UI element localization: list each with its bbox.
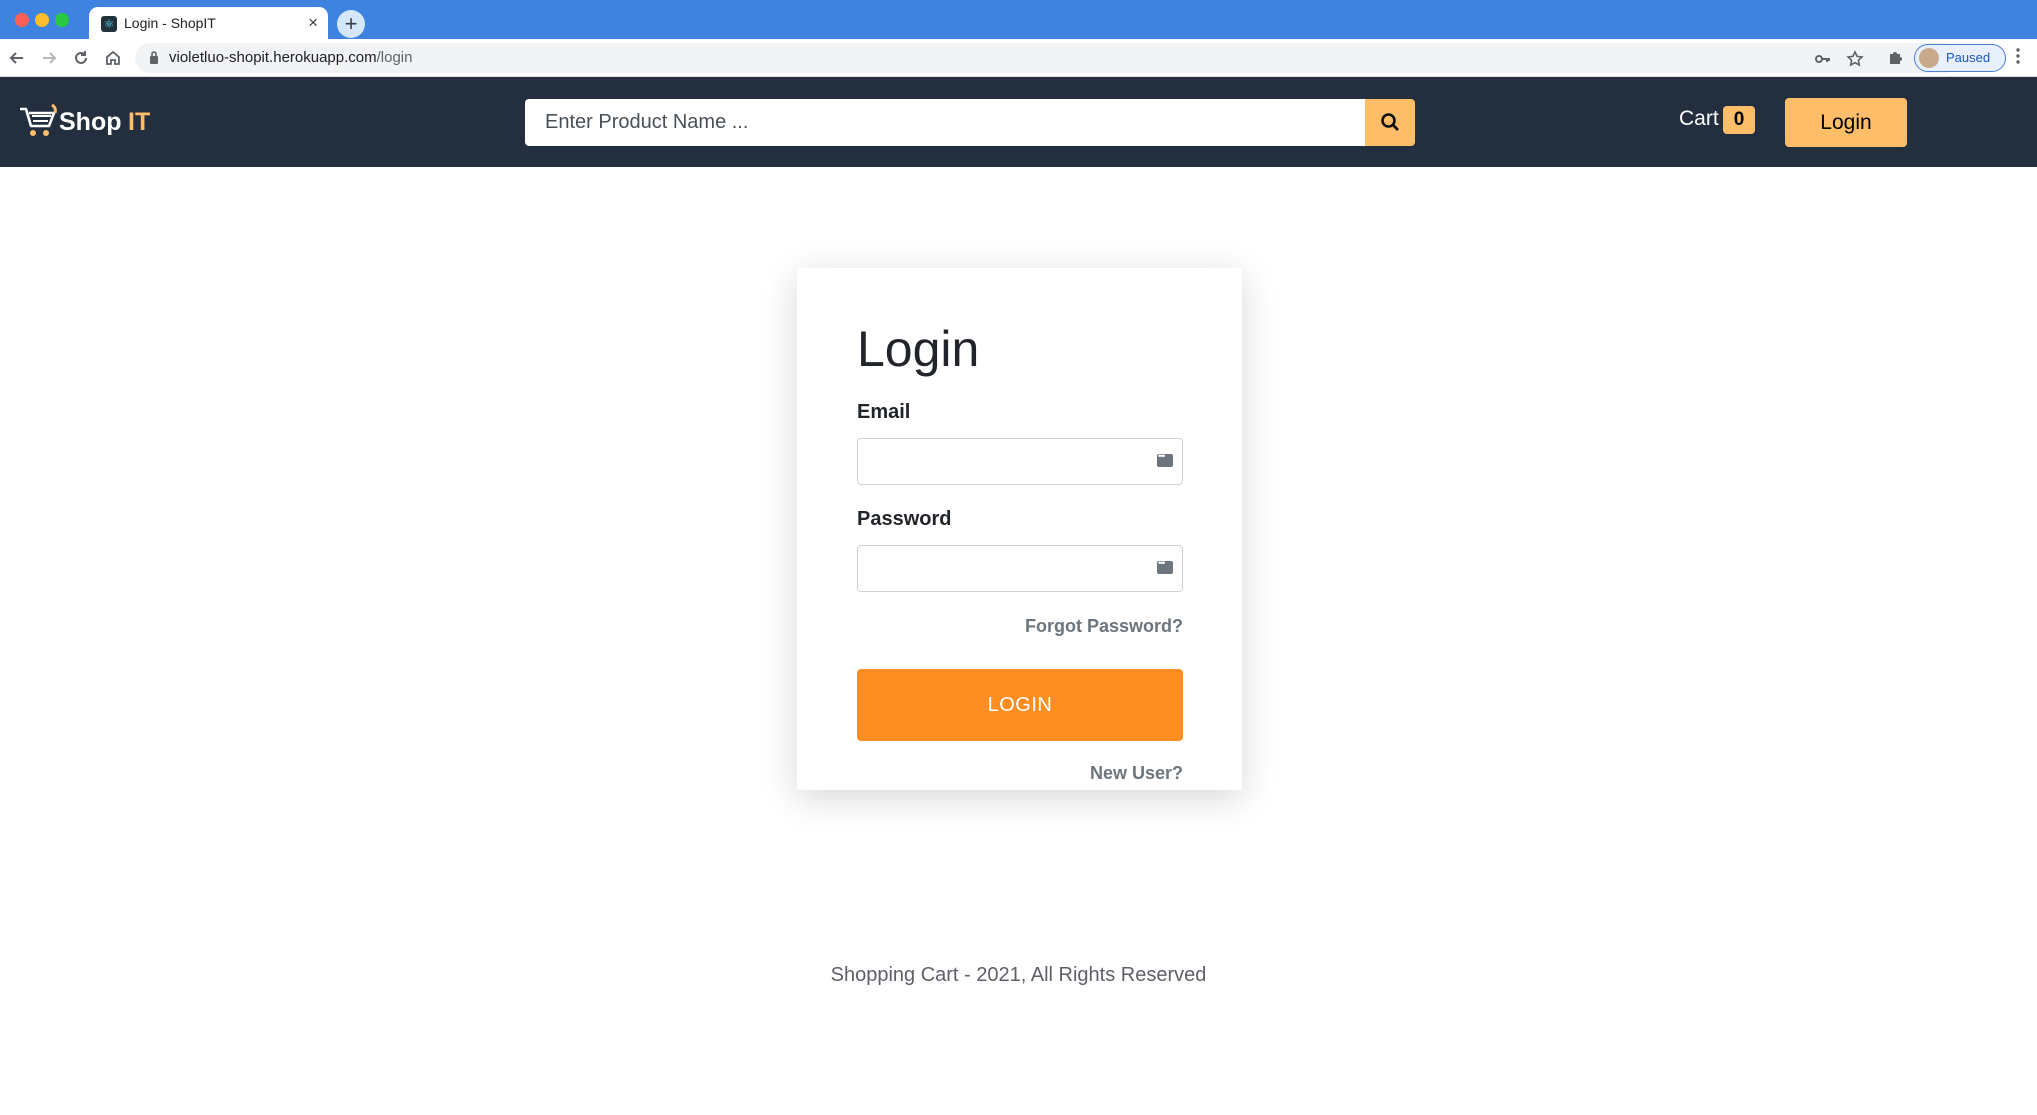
cart-count-badge[interactable]: 0 <box>1723 106 1755 134</box>
forgot-password-link[interactable]: Forgot Password? <box>1025 616 1183 637</box>
password-label: Password <box>857 508 952 530</box>
login-card: Login Email Password Forgot Password? LO… <box>797 268 1242 790</box>
kebab-menu-icon[interactable] <box>2015 47 2021 69</box>
react-favicon-icon: ⚛ <box>101 16 117 32</box>
header-login-button[interactable]: Login <box>1785 98 1907 147</box>
maximize-window-button[interactable] <box>55 13 69 27</box>
search-button[interactable] <box>1365 99 1415 146</box>
browser-tabstrip: ⚛ Login - ShopIT × + <box>0 0 2037 39</box>
star-icon[interactable] <box>1846 47 1864 73</box>
avatar <box>1919 48 1939 68</box>
home-icon[interactable] <box>99 44 127 72</box>
email-field-wrapper <box>857 438 1183 485</box>
puzzle-icon[interactable] <box>1887 48 1905 70</box>
logo-text-it: IT <box>128 108 151 136</box>
browser-toolbar: violetluo-shopit.herokuapp.com/login Pau… <box>0 39 2037 77</box>
back-arrow-icon[interactable] <box>3 44 31 72</box>
search-icon <box>1381 113 1399 131</box>
new-user-link[interactable]: New User? <box>1090 763 1183 784</box>
forward-arrow-icon[interactable] <box>35 44 63 72</box>
address-bar[interactable]: violetluo-shopit.herokuapp.com/login <box>135 43 1960 73</box>
footer-copyright: Shopping Cart - 2021, All Rights Reserve… <box>830 964 1207 986</box>
logo-text-shop: Shop <box>59 108 122 136</box>
url-path: /login <box>376 49 413 66</box>
page-title: Login <box>857 321 980 377</box>
browser-tab-active[interactable]: ⚛ Login - ShopIT × <box>89 7 328 39</box>
key-icon[interactable] <box>1814 47 1832 73</box>
shopping-cart-icon <box>20 103 57 136</box>
email-field[interactable] <box>858 439 1182 484</box>
reload-icon[interactable] <box>67 44 95 72</box>
password-field-wrapper <box>857 545 1183 592</box>
url-host: violetluo-shopit.herokuapp.com <box>169 49 377 66</box>
search-field <box>525 99 1365 146</box>
site-navbar: Shop IT Cart 0 Login <box>0 77 2037 167</box>
search-input[interactable] <box>525 99 1365 146</box>
lock-icon <box>150 51 158 64</box>
email-label: Email <box>857 401 911 423</box>
profile-status: Paused <box>1946 50 1991 65</box>
cart-link[interactable]: Cart <box>1679 107 1719 131</box>
tab-close-icon[interactable]: × <box>308 13 318 33</box>
autofill-key-icon[interactable] <box>1157 451 1173 467</box>
tab-title: Login - ShopIT <box>124 15 216 31</box>
new-tab-button[interactable]: + <box>337 10 365 38</box>
profile-button[interactable]: Paused <box>1914 44 2006 72</box>
url-text: violetluo-shopit.herokuapp.com/login <box>169 49 412 66</box>
close-window-button[interactable] <box>15 13 29 27</box>
minimize-window-button[interactable] <box>35 13 49 27</box>
login-submit-button[interactable]: LOGIN <box>857 669 1183 741</box>
password-field[interactable] <box>858 546 1182 591</box>
autofill-key-icon[interactable] <box>1157 558 1173 574</box>
